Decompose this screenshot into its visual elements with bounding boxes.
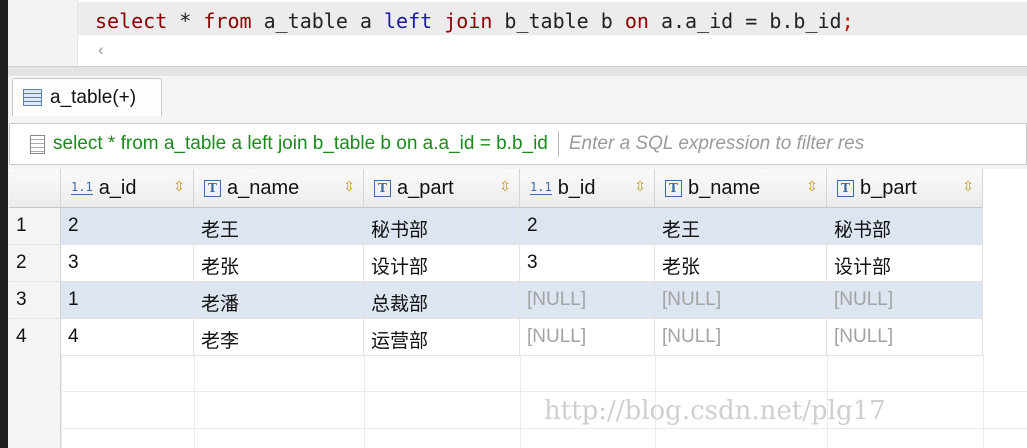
- query-fragment: a.a_id = b.b_id: [648, 9, 842, 33]
- keyword-left: left: [384, 9, 433, 33]
- result-panel: a_table(+) select * from a_table a left …: [8, 76, 1027, 448]
- sort-icon[interactable]: ⇳: [173, 178, 185, 195]
- query-fragment: [432, 9, 444, 33]
- sort-icon[interactable]: ⇳: [343, 178, 355, 195]
- grid-line: [9, 391, 1027, 392]
- null-cell[interactable]: [NULL]: [520, 282, 655, 319]
- row-number-gutter: [9, 354, 61, 448]
- sql-editor[interactable]: select * from a_table a left join b_tabl…: [8, 0, 1027, 66]
- filter-input[interactable]: Enter a SQL expression to filter res: [569, 133, 864, 155]
- column-header-b-id[interactable]: 1.1 b_id ⇳: [520, 169, 655, 208]
- sort-icon[interactable]: ⇳: [634, 178, 646, 195]
- query-fragment: *: [167, 9, 204, 33]
- null-cell[interactable]: [NULL]: [827, 319, 983, 356]
- grid-line: [61, 354, 62, 448]
- column-name: a_part: [397, 176, 454, 199]
- row-number[interactable]: 1: [9, 208, 61, 245]
- watermark: http://blog.csdn.net/plg17: [544, 396, 886, 426]
- table-row[interactable]: 2 3 老张 设计部 3 老张 设计部: [9, 245, 1027, 282]
- row-number[interactable]: 4: [9, 319, 61, 356]
- table-cell[interactable]: 老王: [194, 208, 364, 245]
- table-cell[interactable]: 秘书部: [827, 208, 983, 245]
- grid-line: [983, 354, 984, 448]
- table-cell[interactable]: 1: [61, 282, 194, 319]
- numeric-column-icon: 1.1: [530, 180, 552, 195]
- query-fragment: b_table b: [492, 9, 625, 33]
- tab-result-a-table[interactable]: a_table(+): [12, 78, 162, 116]
- null-cell[interactable]: [NULL]: [520, 319, 655, 356]
- table-row[interactable]: 1 2 老王 秘书部 2 老王 秘书部: [9, 208, 1027, 245]
- chevron-left-icon[interactable]: ‹: [98, 40, 104, 60]
- numeric-column-icon: 1.1: [71, 180, 93, 195]
- grid-line: [520, 354, 521, 448]
- table-cell[interactable]: 2: [61, 208, 194, 245]
- column-name: b_name: [688, 176, 761, 199]
- table-cell[interactable]: 老潘: [194, 282, 364, 319]
- row-number-header: [9, 169, 61, 208]
- text-column-icon: T: [837, 179, 854, 197]
- keyword-from: from: [203, 9, 252, 33]
- table-cell[interactable]: 秘书部: [364, 208, 520, 245]
- query-fragment: a_table a: [251, 9, 384, 33]
- column-name: a_name: [227, 176, 300, 199]
- text-column-icon: T: [204, 179, 221, 197]
- table-cell[interactable]: 3: [520, 245, 655, 282]
- table-cell[interactable]: 总裁部: [364, 282, 520, 319]
- sort-icon[interactable]: ⇳: [962, 178, 974, 195]
- column-name: a_id: [98, 176, 137, 199]
- sql-document-icon: [30, 134, 45, 154]
- table-cell[interactable]: 3: [61, 245, 194, 282]
- grid-line: [194, 354, 195, 448]
- row-number[interactable]: 2: [9, 245, 61, 282]
- tab-label: a_table(+): [50, 86, 137, 108]
- table-cell[interactable]: 设计部: [364, 245, 520, 282]
- table-cell[interactable]: 老李: [194, 319, 364, 356]
- column-header-a-name[interactable]: T a_name ⇳: [194, 169, 364, 208]
- table-cell[interactable]: 运营部: [364, 319, 520, 356]
- grid-line: [364, 354, 365, 448]
- table-row[interactable]: 4 4 老李 运营部 [NULL] [NULL] [NULL]: [9, 319, 1027, 356]
- column-name: b_part: [860, 176, 917, 199]
- table-cell[interactable]: 老王: [655, 208, 827, 245]
- sort-icon[interactable]: ⇳: [806, 178, 818, 195]
- column-header-b-name[interactable]: T b_name ⇳: [655, 169, 827, 208]
- text-column-icon: T: [665, 179, 682, 197]
- table-row[interactable]: 3 1 老潘 总裁部 [NULL] [NULL] [NULL]: [9, 282, 1027, 319]
- filter-query-text: select * from a_table a left join b_tabl…: [53, 133, 548, 154]
- table-cell[interactable]: 4: [61, 319, 194, 356]
- text-column-icon: T: [374, 179, 391, 197]
- sort-icon[interactable]: ⇳: [499, 178, 511, 195]
- keyword-select: select: [95, 9, 168, 33]
- null-cell[interactable]: [NULL]: [827, 282, 983, 319]
- filter-bar[interactable]: select * from a_table a left join b_tabl…: [9, 123, 1027, 165]
- null-cell[interactable]: [NULL]: [655, 282, 827, 319]
- semicolon: ;: [841, 9, 854, 33]
- column-header-a-id[interactable]: 1.1 a_id ⇳: [61, 169, 194, 208]
- column-header-a-part[interactable]: T a_part ⇳: [364, 169, 520, 208]
- sql-query-text[interactable]: select * from a_table a left join b_tabl…: [95, 8, 854, 34]
- divider: [557, 131, 559, 157]
- editor-gutter: [8, 0, 78, 66]
- column-name: b_id: [557, 176, 596, 199]
- null-cell[interactable]: [NULL]: [655, 319, 827, 356]
- table-cell[interactable]: 2: [520, 208, 655, 245]
- panel-splitter[interactable]: [8, 66, 1027, 76]
- column-header-b-part[interactable]: T b_part ⇳: [827, 169, 983, 208]
- row-number[interactable]: 3: [9, 282, 61, 319]
- grid-line: [9, 428, 1027, 429]
- keyword-join: join: [444, 9, 493, 33]
- table-icon: [23, 89, 42, 106]
- table-cell[interactable]: 设计部: [827, 245, 983, 282]
- table-cell[interactable]: 老张: [655, 245, 827, 282]
- keyword-on: on: [624, 9, 649, 33]
- table-cell[interactable]: 老张: [194, 245, 364, 282]
